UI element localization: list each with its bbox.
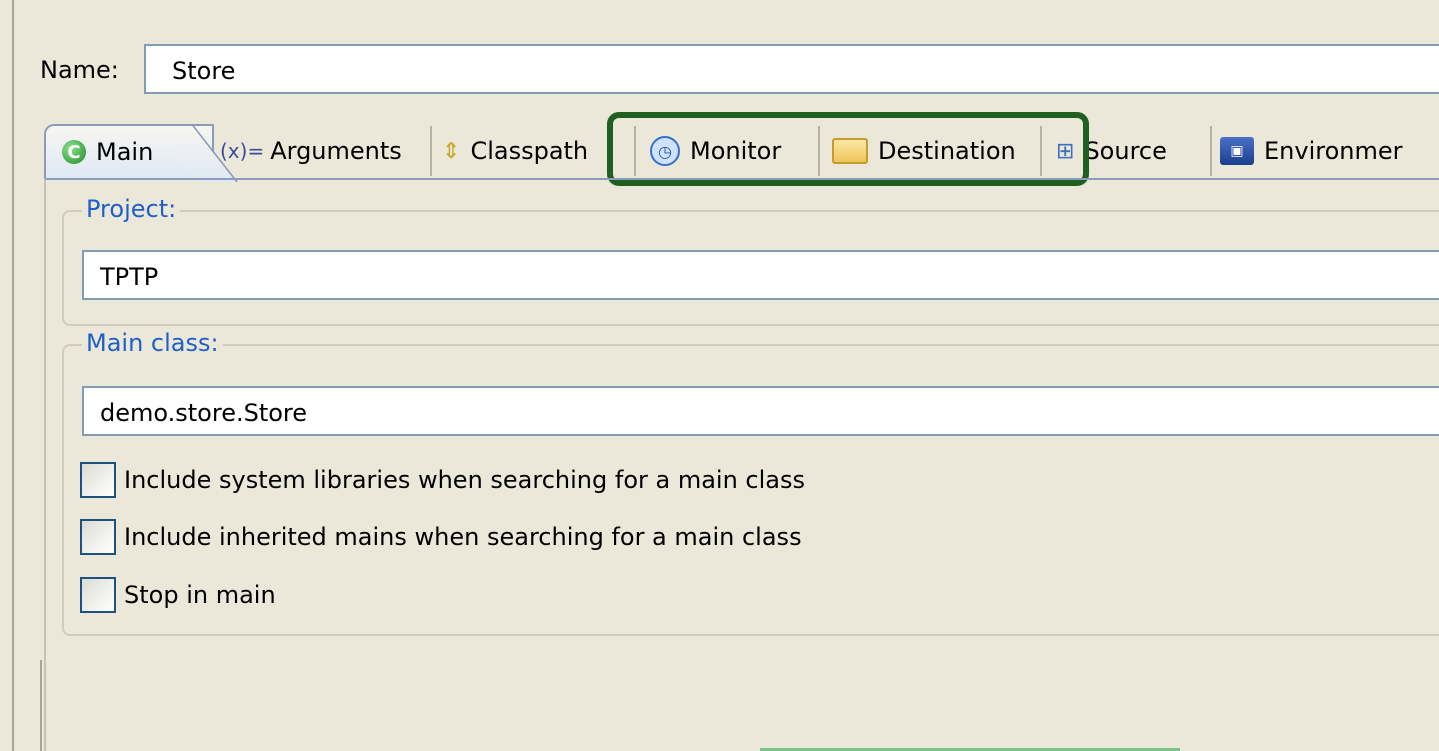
classpath-icon: ⇕	[442, 138, 461, 164]
left-border-line	[12, 0, 14, 751]
tab-source-label: Source	[1084, 137, 1167, 165]
include-inherited-mains-label: Include inherited mains when searching f…	[124, 523, 802, 551]
name-label: Name:	[40, 56, 119, 84]
environment-icon: ▣	[1220, 137, 1254, 165]
launch-configuration-dialog: Name: Store C Main (x)= Arguments ⇕ Clas…	[0, 0, 1439, 751]
main-class-icon: C	[62, 140, 86, 164]
include-inherited-mains-option[interactable]: Include inherited mains when searching f…	[80, 519, 802, 555]
tab-arguments-label: Arguments	[270, 137, 402, 165]
panel-left-border	[40, 660, 42, 751]
arguments-icon: (x)=	[220, 139, 265, 163]
name-input[interactable]: Store	[144, 44, 1439, 94]
tab-separator	[1210, 126, 1212, 176]
tab-main-label: Main	[96, 138, 154, 166]
main-class-input[interactable]: demo.store.Store	[82, 386, 1439, 436]
main-class-title: Main class:	[82, 328, 223, 358]
stop-in-main-checkbox[interactable]	[80, 577, 116, 613]
include-system-libraries-option[interactable]: Include system libraries when searching …	[80, 462, 805, 498]
include-system-libraries-label: Include system libraries when searching …	[124, 466, 806, 494]
highlight-box	[607, 112, 1089, 186]
include-system-libraries-checkbox[interactable]	[80, 462, 116, 498]
tab-main[interactable]: C Main	[44, 124, 214, 178]
project-input[interactable]: TPTP	[82, 250, 1439, 300]
project-group: Project: TPTP	[62, 194, 1439, 326]
tab-arguments[interactable]: (x)= Arguments	[220, 124, 432, 178]
project-title: Project:	[82, 194, 181, 224]
tab-environment[interactable]: ▣ Environmer	[1220, 124, 1439, 178]
stop-in-main-option[interactable]: Stop in main	[80, 577, 276, 613]
include-inherited-mains-checkbox[interactable]	[80, 519, 116, 555]
stop-in-main-label: Stop in main	[124, 581, 276, 609]
tab-classpath-label: Classpath	[470, 137, 589, 165]
tab-separator	[430, 126, 432, 176]
tab-environment-label: Environmer	[1264, 137, 1403, 165]
